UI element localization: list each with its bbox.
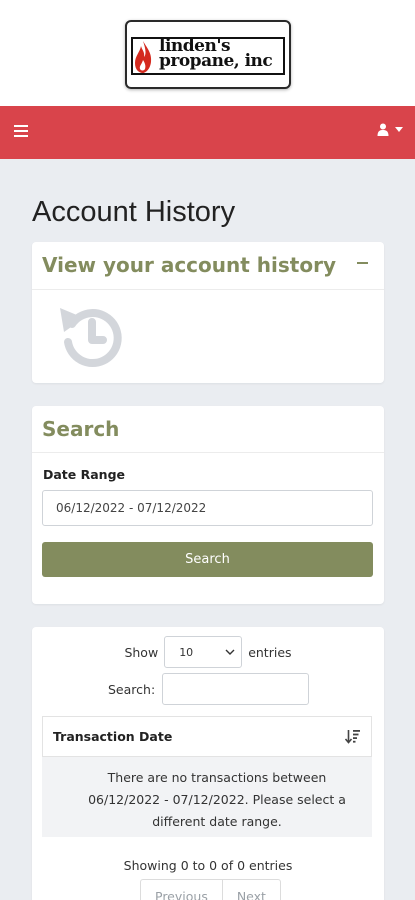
user-menu-toggle[interactable] [377, 123, 403, 136]
sort-amount-down-icon [345, 730, 360, 744]
company-logo[interactable]: linden's propane, inc [125, 20, 291, 89]
logo-text-line2: propane, inc [159, 51, 273, 71]
account-history-card-header: View your account history [32, 242, 384, 290]
search-card: Search Date Range Search [32, 406, 384, 604]
page-length-value: 10 [179, 645, 194, 659]
chevron-down-icon [225, 649, 235, 655]
search-button[interactable]: Search [42, 542, 373, 577]
search-card-header: Search [32, 406, 384, 453]
logo-header: linden's propane, inc [0, 0, 415, 106]
column-header-label: Transaction Date [53, 729, 173, 744]
entries-label: entries [248, 644, 292, 660]
page-length-select[interactable]: 10 [164, 636, 243, 668]
table-search-input[interactable] [162, 673, 310, 705]
logo-wordmark: linden's propane, inc [159, 38, 287, 71]
search-card-title: Search [42, 417, 120, 441]
table-empty-message: There are no transactions between 06/12/… [42, 757, 372, 837]
page-title: Account History [32, 196, 236, 228]
previous-page-button[interactable]: Previous [140, 879, 223, 900]
account-history-card: View your account history [32, 242, 384, 383]
minus-icon[interactable] [357, 262, 368, 264]
history-icon [60, 308, 122, 368]
pagination: Previous Next [140, 879, 281, 900]
table-search: Search: [108, 673, 310, 705]
account-history-card-title: View your account history [42, 253, 336, 277]
table-search-label: Search: [108, 681, 156, 697]
page-length-control: Show 10 entries [32, 636, 384, 668]
show-label: Show [124, 644, 159, 660]
user-icon [377, 123, 389, 136]
flame-icon [135, 41, 152, 73]
next-page-button[interactable]: Next [222, 879, 281, 900]
date-range-label: Date Range [43, 467, 126, 482]
table-info: Showing 0 to 0 of 0 entries [123, 858, 293, 873]
hamburger-icon[interactable] [14, 125, 28, 139]
date-range-input[interactable] [42, 490, 373, 526]
column-header-transaction-date[interactable]: Transaction Date [42, 716, 372, 757]
top-nav-bar [0, 106, 415, 159]
transactions-card: Show 10 entries Search: Transaction Date… [32, 627, 384, 900]
chevron-down-icon [395, 127, 403, 132]
